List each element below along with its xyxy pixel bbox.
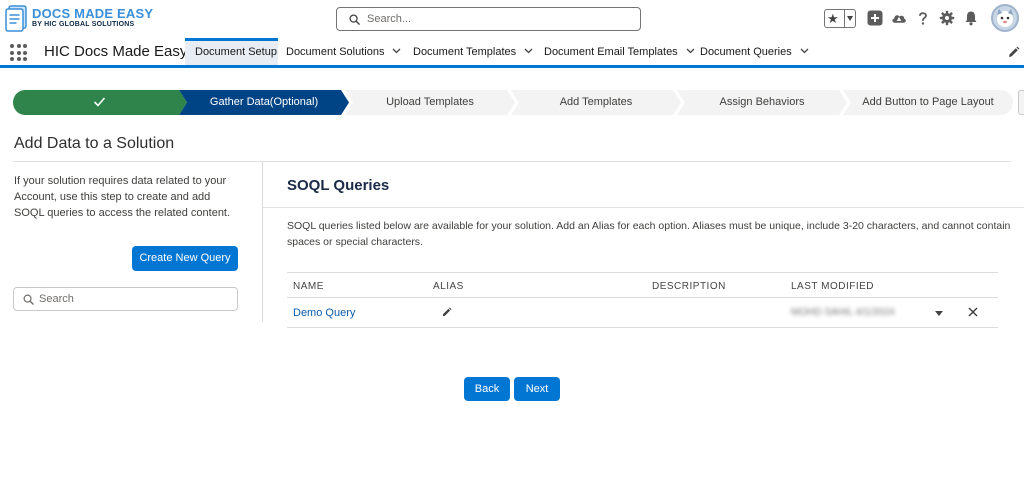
chevron-down-icon[interactable]	[686, 48, 695, 54]
search-icon	[23, 294, 34, 305]
tab-label: Document Queries	[700, 46, 792, 58]
path-step-complete[interactable]	[13, 90, 187, 115]
chevron-down-icon[interactable]	[524, 48, 533, 54]
path-step-label: Add Button to Page Layout	[862, 96, 994, 108]
notifications-bell-icon[interactable]	[963, 10, 979, 26]
panel-divider	[262, 162, 263, 322]
logo-subtitle: BY HIC GLOBAL SOLUTIONS	[32, 21, 135, 28]
setup-gear-icon[interactable]	[939, 10, 955, 26]
divider	[263, 207, 1024, 208]
column-header-name: NAME	[293, 281, 324, 292]
tab-document-email-templates[interactable]: Document Email Templates	[544, 38, 695, 65]
tab-document-queries[interactable]: Document Queries	[700, 38, 809, 65]
global-header: DOCS MADE EASY BY HIC GLOBAL SOLUTIONS S…	[0, 0, 1024, 38]
path-step-label: Gather Data(Optional)	[209, 96, 319, 108]
app-name: HIC Docs Made Easy	[44, 43, 188, 60]
column-header-alias: ALIAS	[433, 281, 464, 292]
tab-label: Document Setup	[195, 46, 277, 58]
path-step-add-button[interactable]: Add Button to Page Layout	[843, 90, 1013, 115]
user-avatar[interactable]	[991, 4, 1019, 32]
chevron-down-icon[interactable]	[800, 48, 809, 54]
tab-document-setup[interactable]: Document Setup	[185, 38, 278, 65]
help-icon[interactable]	[915, 10, 931, 26]
edit-alias-pencil-icon[interactable]	[441, 307, 452, 318]
table-header: NAME ALIAS DESCRIPTION LAST MODIFIED	[287, 272, 998, 298]
table-row: Demo Query MOHD SAHIL 4/1/2024	[287, 298, 998, 328]
progress-path: Gather Data(Optional) Upload Templates A…	[13, 90, 1013, 115]
search-placeholder: Search	[39, 293, 74, 305]
page-title: Add Data to a Solution	[14, 135, 175, 152]
user-avatar-icon	[997, 9, 1013, 27]
path-step-label: Upload Templates	[386, 96, 474, 108]
tab-label: Document Email Templates	[544, 46, 678, 58]
column-header-description: DESCRIPTION	[652, 281, 726, 292]
app-navigation-bar: HIC Docs Made Easy Document Setup Docume…	[0, 38, 1024, 68]
path-step-assign-behaviors[interactable]: Assign Behaviors	[677, 90, 847, 115]
path-step-label: Add Templates	[559, 96, 633, 108]
search-placeholder: Search...	[367, 13, 412, 25]
path-step-label: Assign Behaviors	[719, 96, 805, 108]
logo-title: DOCS MADE EASY	[32, 6, 154, 21]
left-panel-description: If your solution requires data related t…	[14, 175, 231, 219]
tab-label: Document Solutions	[286, 46, 385, 58]
row-actions-chevron-down-icon[interactable]	[935, 311, 943, 316]
document-logo-icon	[5, 5, 27, 32]
section-title: SOQL Queries	[287, 177, 390, 194]
chevron-down-icon[interactable]	[392, 48, 401, 54]
search-icon	[349, 14, 360, 25]
path-step-upload-templates[interactable]: Upload Templates	[345, 90, 515, 115]
last-modified-value: MOHD SAHIL 4/1/2024	[791, 307, 895, 318]
trailhead-cloud-icon[interactable]	[891, 10, 907, 26]
back-button[interactable]: Back	[464, 377, 510, 401]
path-scroll-edge	[1018, 90, 1024, 115]
divider	[13, 161, 1011, 162]
global-actions-add-icon[interactable]	[867, 10, 883, 26]
path-step-add-templates[interactable]: Add Templates	[511, 90, 681, 115]
star-icon[interactable]: ★	[827, 11, 839, 26]
query-search-input[interactable]: Search	[13, 287, 238, 311]
column-header-last-modified: LAST MODIFIED	[791, 281, 874, 292]
remove-close-icon[interactable]	[968, 307, 978, 317]
query-name-link[interactable]: Demo Query	[293, 307, 355, 319]
next-button[interactable]: Next	[514, 377, 560, 401]
app-launcher-icon[interactable]	[10, 44, 27, 61]
create-new-query-button[interactable]: Create New Query	[132, 246, 238, 271]
global-search-input[interactable]: Search...	[336, 7, 641, 31]
tab-label: Document Templates	[413, 46, 517, 58]
app-logo[interactable]: DOCS MADE EASY BY HIC GLOBAL SOLUTIONS	[5, 4, 153, 34]
tab-document-solutions[interactable]: Document Solutions	[286, 38, 401, 65]
path-step-gather-data[interactable]: Gather Data(Optional)	[179, 90, 349, 115]
favorites-button-group[interactable]: ★	[824, 9, 856, 28]
tab-document-templates[interactable]: Document Templates	[413, 38, 533, 65]
checkmark-icon	[93, 97, 106, 107]
info-text: SOQL queries listed below are available …	[287, 220, 1011, 248]
chevron-down-icon[interactable]	[847, 16, 853, 21]
edit-nav-pencil-icon[interactable]	[1007, 46, 1020, 59]
